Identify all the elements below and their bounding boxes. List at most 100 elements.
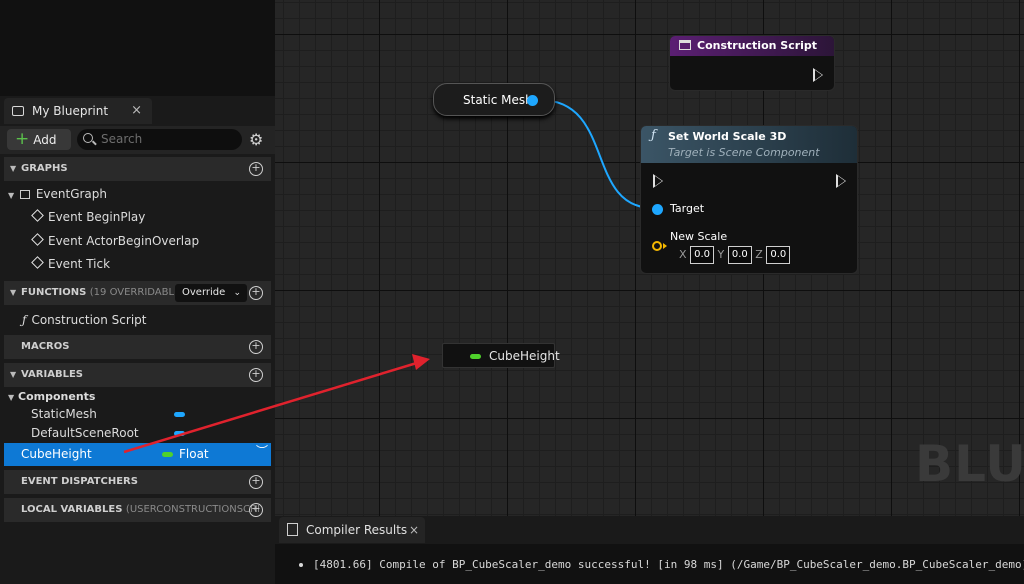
variable-label: CubeHeight [21,447,92,461]
graph-item-eventgraph[interactable]: ▼ EventGraph [8,187,107,201]
search-placeholder: Search [101,132,143,146]
search-input[interactable]: Search [77,129,242,150]
section-title: EVENT DISPATCHERS [21,476,138,487]
section-title: GRAPHS [21,163,68,174]
event-label: Event ActorBeginOverlap [48,234,200,248]
compiler-results-panel: Compiler Results × [4801.66] Compile of … [275,516,1024,584]
close-icon[interactable]: × [409,517,419,543]
node-subtitle: Target is Scene Component [668,146,820,159]
section-functions[interactable]: ▼ FUNCTIONS (19 OVERRIDABLE) Override ⌄ … [4,281,271,305]
tab-my-blueprint[interactable]: My Blueprint × [4,98,152,124]
tab-compiler-results[interactable]: Compiler Results × [279,517,425,543]
tab-label: My Blueprint [32,104,109,118]
event-label: Event BeginPlay [48,210,146,224]
function-icon: ƒ [651,128,656,143]
section-title: FUNCTIONS [21,287,87,298]
y-label: Y [717,248,725,261]
node-label: Static Mesh [463,93,533,107]
node-icon [679,40,691,50]
target-label: Target [670,202,705,215]
object-type-pill-icon [174,431,185,436]
float-type-pill-icon [162,452,173,457]
add-graph-icon[interactable]: + [249,162,263,176]
add-dispatcher-icon[interactable]: + [249,475,263,489]
exec-output-pin-icon[interactable] [836,174,846,188]
struct-pin-icon[interactable] [652,241,662,251]
node-title: Construction Script [697,39,818,52]
graph-label: EventGraph [35,187,107,201]
add-label: Add [33,132,57,147]
event-item-actorbeginoverlap[interactable]: Event ActorBeginOverlap [31,233,200,248]
toolbar: + Add Search ⚙ [0,126,275,154]
cube-height-node[interactable]: CubeHeight [442,343,560,368]
add-variable-icon[interactable]: + [249,368,263,382]
target-pin-icon[interactable] [652,204,663,215]
function-icon: ƒ [22,313,27,327]
collapse-arrow-icon: ▼ [10,288,17,297]
panel-empty-area [0,0,275,96]
my-blueprint-panel: My Blueprint × + Add Search ⚙ ▼ GRAPHS +… [0,0,275,584]
scale-z-input[interactable]: 0.0 [766,246,791,264]
add-local-variable-icon[interactable]: + [249,503,263,517]
variable-label: DefaultSceneRoot [31,426,139,440]
graph-icon [19,190,30,199]
function-label: Construction Script [31,313,147,327]
new-scale-fields: X 0.0 Y 0.0 Z 0.0 [679,246,791,264]
variable-item-staticmesh[interactable]: StaticMesh [31,407,97,421]
chevron-down-icon: ⌄ [233,288,241,298]
search-icon [83,133,93,143]
bullet-icon [299,563,303,567]
gear-icon[interactable]: ⚙ [249,130,263,149]
variable-item-cubeheight[interactable]: CubeHeight Float ︶ [4,443,271,466]
components-category[interactable]: ▼ Components [8,390,95,403]
section-event-dispatchers[interactable]: EVENT DISPATCHERS + [4,470,271,494]
override-dropdown[interactable]: Override ⌄ [175,284,247,302]
graph-canvas[interactable]: BLUE Static Mesh Construction Script ƒ S… [275,0,1024,516]
collapse-arrow-icon: ▼ [10,370,17,379]
add-macro-icon[interactable]: + [249,340,263,354]
function-item-construction-script[interactable]: ƒ Construction Script [22,313,146,327]
override-label: Override [182,287,226,298]
scale-y-input[interactable]: 0.0 [727,246,752,264]
section-local-variables[interactable]: LOCAL VARIABLES (USERCONSTRUCTIONSCRI + [4,498,271,522]
variable-type-label: Float [179,447,209,461]
object-wire [539,99,654,209]
node-title: Set World Scale 3D [668,130,787,143]
event-icon [31,256,44,269]
event-item-tick[interactable]: Event Tick [31,256,111,271]
eye-icon[interactable]: ︶ [256,440,268,463]
section-title: MACROS [21,341,70,352]
section-graphs[interactable]: ▼ GRAPHS + [4,157,271,181]
book-icon [12,106,24,116]
exec-input-pin-icon[interactable] [653,174,663,188]
float-pin-icon[interactable] [470,354,481,359]
event-label: Event Tick [48,257,111,271]
section-variables[interactable]: ▼ VARIABLES + [4,363,271,387]
z-label: Z [755,248,763,261]
collapse-arrow-icon: ▼ [10,164,17,173]
section-macros[interactable]: MACROS + [4,335,271,359]
variable-label: StaticMesh [31,407,97,421]
section-title: VARIABLES [21,369,83,380]
struct-pin-arrow-icon [663,243,667,249]
event-item-beginplay[interactable]: Event BeginPlay [31,209,146,224]
exec-output-pin-icon[interactable] [813,68,823,82]
add-function-icon[interactable]: + [249,286,263,300]
compiler-icon [287,523,298,536]
scale-x-input[interactable]: 0.0 [690,246,715,264]
output-pin-icon[interactable] [527,95,538,106]
close-icon[interactable]: × [131,103,142,118]
node-label: CubeHeight [489,349,560,363]
category-label: Components [18,390,96,403]
set-world-scale-node[interactable]: ƒ Set World Scale 3D Target is Scene Com… [640,125,858,274]
tab-strip: My Blueprint × [0,96,275,126]
x-label: X [679,248,687,261]
compiler-message-list: [4801.66] Compile of BP_CubeScaler_demo … [275,544,1024,584]
section-title: LOCAL VARIABLES [21,504,123,515]
add-button[interactable]: + Add [7,129,71,150]
static-mesh-node[interactable]: Static Mesh [433,83,555,116]
tab-label: Compiler Results [306,523,408,537]
variable-item-defaultsceneroot[interactable]: DefaultSceneRoot [31,426,139,440]
construction-script-node[interactable]: Construction Script [669,35,835,91]
object-type-pill-icon [174,412,185,417]
